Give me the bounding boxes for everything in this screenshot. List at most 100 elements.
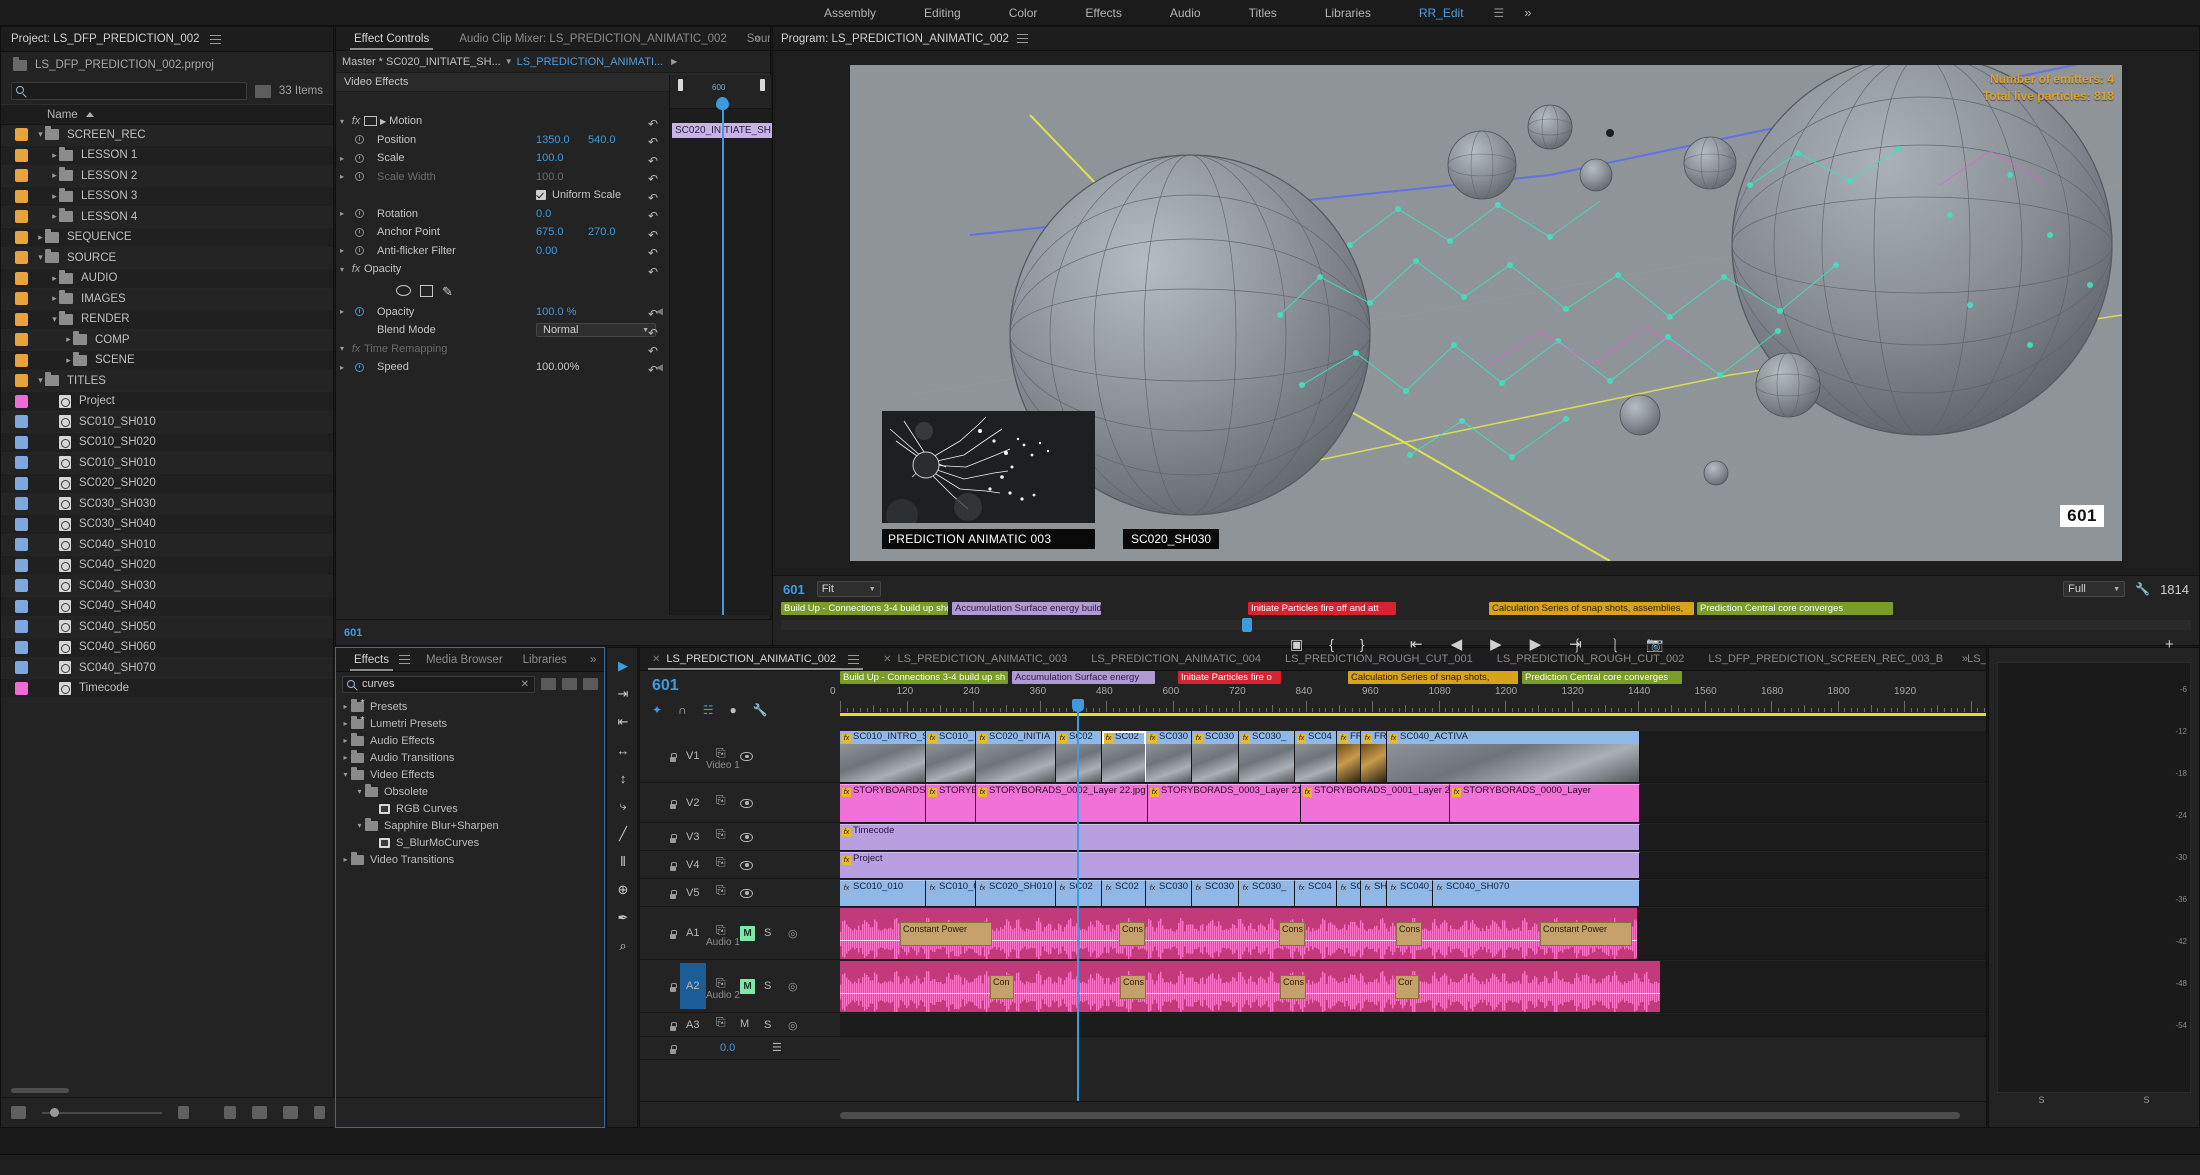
program-marker[interactable]: Calculation Series of snap shots, assemb… <box>1489 602 1694 615</box>
audio-crossfade[interactable]: Con <box>990 975 1014 999</box>
group-twirl[interactable]: ▾ <box>336 117 348 126</box>
timeline-tab[interactable]: ✕ LS_PREDICTION_ANIMATIC_002 <box>640 648 871 670</box>
project-horizontal-scrollbar[interactable] <box>11 1088 69 1093</box>
audio-crossfade[interactable]: Constant Power <box>1540 922 1632 946</box>
param-twirl[interactable]: ▸ <box>336 154 348 163</box>
lock-icon[interactable] <box>668 929 677 939</box>
timeline-marker[interactable]: Build Up - Connections 3-4 build up sh <box>840 671 1008 684</box>
effect-param-row[interactable]: ▸ Rotation 0.0 ↶ <box>336 205 669 224</box>
disclosure-triangle[interactable]: ▸ <box>50 170 59 181</box>
new-item-icon[interactable] <box>283 1106 298 1119</box>
selection-tool[interactable]: ▶ <box>607 652 639 680</box>
audio-clip[interactable] <box>840 961 1660 1012</box>
workspace-tab-color[interactable]: Color <box>985 0 1062 26</box>
voice-over-icon[interactable]: ◎ <box>788 927 798 940</box>
tab-audio-clip-mixer[interactable]: Audio Clip Mixer: LS_PREDICTION_ANIMATIC… <box>449 27 737 50</box>
effects-tree-row[interactable]: ▾ Sapphire Blur+Sharpen <box>336 817 604 834</box>
reset-icon[interactable]: ↶ <box>648 326 659 340</box>
list-view-icon[interactable] <box>11 1106 26 1119</box>
track-target-icon[interactable]: ⎘ <box>716 747 729 759</box>
resolution-select[interactable]: Full ▼ <box>2063 581 2126 597</box>
disclosure-triangle[interactable]: ▸ <box>50 293 59 304</box>
track-header-V4[interactable]: V4 ⎘ <box>640 852 840 879</box>
workspace-tab-editing[interactable]: Editing <box>900 0 985 26</box>
timeline-ruler-ticks[interactable] <box>840 700 2198 712</box>
group-twirl[interactable]: ▾ <box>336 344 348 353</box>
timeline-header-tools[interactable]: ✦ ∩ ☵ ● 🔧 <box>652 703 768 717</box>
mark-out-icon[interactable]: } <box>1360 636 1365 653</box>
lock-icon[interactable] <box>668 889 677 899</box>
param-value[interactable]: 100.0 % <box>536 306 576 318</box>
disclosure-triangle[interactable]: ▸ <box>340 753 351 762</box>
timeline-marker[interactable]: Prediction Central core converges <box>1522 671 1682 684</box>
timeline-clip[interactable]: fx SC040_ <box>1387 880 1433 906</box>
effects-tree-row[interactable]: ▸ Video Transitions <box>336 851 604 868</box>
program-marker[interactable]: Initiate Particles fire off and att <box>1248 602 1396 615</box>
effects-tree-row[interactable]: S_BlurMoCurves <box>336 834 604 851</box>
timeline-marker-bar[interactable]: Build Up - Connections 3-4 build up sh Ac… <box>840 671 1986 685</box>
go-to-in-icon[interactable]: ⇤ <box>1410 635 1423 653</box>
work-area-bar[interactable] <box>840 713 1986 716</box>
program-marker-bar[interactable]: Build Up - Connections 3-4 build up shot… <box>781 602 2191 615</box>
program-marker[interactable]: Build Up - Connections 3-4 build up shot… <box>781 602 948 615</box>
workspace-tabs[interactable]: Assembly Editing Color Effects Audio Titles Li… <box>800 0 1546 26</box>
workspace-overflow-icon[interactable]: » <box>1510 5 1545 20</box>
workspace-tab-audio[interactable]: Audio <box>1146 0 1225 26</box>
meter-solo-left[interactable]: S <box>2038 1095 2044 1105</box>
reset-icon[interactable]: ↶ <box>648 246 659 260</box>
track-visibility-icon[interactable] <box>740 832 753 842</box>
ellipse-mask-icon[interactable] <box>396 285 411 296</box>
program-playback-buttons[interactable]: ⇤ ◀ ▶ ▶ ⇥ <box>1410 635 1582 653</box>
disclosure-triangle[interactable]: ▾ <box>36 129 45 140</box>
timeline-clip[interactable]: fx SC02 <box>1102 880 1146 906</box>
effect-controls-sequence-label[interactable]: LS_PREDICTION_ANIMATI... <box>517 56 664 68</box>
pen-mask-icon[interactable]: ✎ <box>442 284 455 299</box>
reset-icon[interactable]: ↶ <box>648 344 659 358</box>
project-row[interactable]: SC040_SH040 <box>1 596 333 617</box>
disclosure-triangle[interactable]: ▾ <box>354 821 365 830</box>
project-item-tree[interactable]: ▾ SCREEN_REC ▸ LESSON 1 ▸ LESSON 2 ▸ LESSON 3 ▸ L… <box>1 125 333 699</box>
reset-icon[interactable]: ↶ <box>648 265 659 279</box>
thumbnail-size-slider[interactable] <box>42 1107 162 1117</box>
project-row[interactable]: SC010_SH020 <box>1 432 333 453</box>
timeline-clip[interactable]: fx STORYBORADS_0003_Layer 21 <box>1148 784 1301 822</box>
solo-button-A2[interactable]: S <box>764 980 771 992</box>
timeline-clip[interactable]: fx Timecode <box>840 824 1640 850</box>
disclosure-triangle[interactable]: ▸ <box>50 273 59 284</box>
lock-icon[interactable] <box>668 861 677 871</box>
master-track-header[interactable]: 0.0 ☰ <box>640 1038 840 1060</box>
timeline-clip[interactable]: fxSC010_INTRO_SH <box>840 731 926 782</box>
reset-icon[interactable]: ↶ <box>648 363 659 377</box>
extract-icon[interactable]: ⎱ <box>1608 636 1622 656</box>
new-bin-icon[interactable] <box>254 84 271 98</box>
track-lane-V2[interactable]: fxSTORYBOARDS_00fxSTORYBfxSTORYBORADS_00… <box>840 784 1986 823</box>
timeline-clip[interactable]: fxSHC <box>1361 880 1387 906</box>
track-visibility-icon[interactable] <box>740 888 753 898</box>
param-value-2[interactable]: 270.0 <box>588 226 616 238</box>
magnet-icon[interactable]: ∩ <box>678 703 687 717</box>
param-value[interactable]: 1350.0 <box>536 134 570 146</box>
project-row[interactable]: ▸ LESSON 2 <box>1 166 333 187</box>
accelerated-effects-icon[interactable] <box>541 678 556 690</box>
close-icon[interactable]: ✕ <box>883 648 891 670</box>
track-visibility-icon[interactable] <box>740 798 753 808</box>
param-twirl[interactable]: ▸ <box>336 363 348 372</box>
audio-volume-line[interactable] <box>840 993 1660 995</box>
master-level-value[interactable]: 0.0 <box>720 1042 735 1054</box>
reset-icon[interactable]: ↶ <box>648 228 659 242</box>
track-header-V2[interactable]: V2 ⎘ <box>640 784 840 823</box>
timeline-clip[interactable]: fx SC030_ <box>1239 880 1295 906</box>
tab-effect-controls[interactable]: Effect Controls <box>344 27 439 50</box>
project-row[interactable]: ▾ SCREEN_REC <box>1 125 333 146</box>
meter-solo-right[interactable]: S <box>2143 1095 2149 1105</box>
add-marker-icon[interactable]: ▣ <box>1290 636 1303 653</box>
rectangle-mask-icon[interactable] <box>420 284 433 297</box>
project-panel-tab[interactable]: Project: LS_DFP_PREDICTION_002 <box>1 27 333 52</box>
workspace-tab-titles[interactable]: Titles <box>1225 0 1301 26</box>
timeline-clip[interactable]: fx STORYBORADS_0001_Layer 2 <box>1301 784 1450 822</box>
project-row[interactable]: SC040_SH070 <box>1 658 333 679</box>
program-marker[interactable]: Accumulation Surface energy build up -2 <box>952 602 1101 615</box>
project-row[interactable]: SC010_SH010 <box>1 412 333 433</box>
project-row[interactable]: SC040_SH010 <box>1 535 333 556</box>
param-value-2[interactable]: 540.0 <box>588 134 616 146</box>
